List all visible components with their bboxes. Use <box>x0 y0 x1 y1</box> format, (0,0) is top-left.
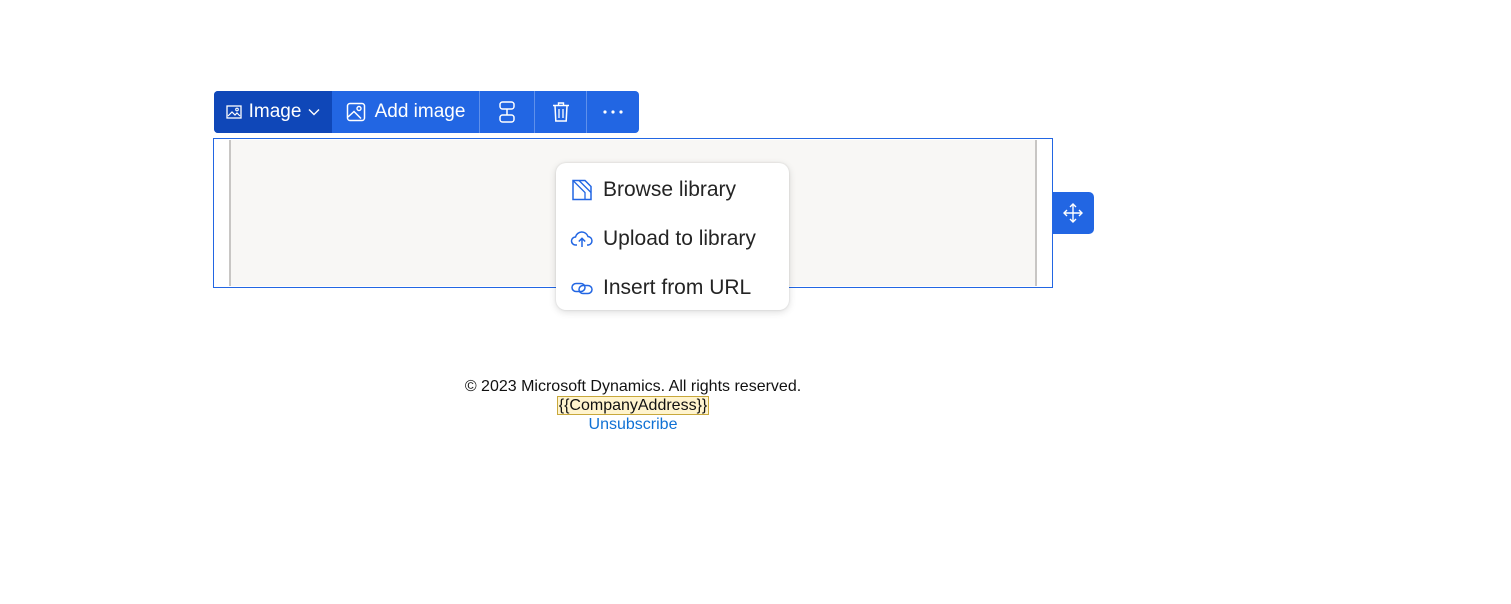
link-icon <box>571 282 593 294</box>
company-address-token[interactable]: {{CompanyAddress}} <box>556 396 710 415</box>
add-image-menu: Browse library Upload to library Insert … <box>556 163 789 310</box>
chevron-down-icon <box>308 109 320 116</box>
library-icon <box>572 179 592 200</box>
trash-icon <box>552 102 569 122</box>
menu-item-browse-library[interactable]: Browse library <box>556 165 789 214</box>
delete-button[interactable] <box>535 91 587 133</box>
menu-item-upload-to-library[interactable]: Upload to library <box>556 214 789 263</box>
section-icon <box>499 101 515 123</box>
add-image-icon <box>346 102 365 122</box>
menu-item-label: Insert from URL <box>603 275 752 299</box>
element-type-label: Image <box>248 101 302 122</box>
menu-item-label: Browse library <box>603 177 737 201</box>
add-image-label: Add image <box>374 101 466 122</box>
add-image-button[interactable]: Add image <box>332 91 480 133</box>
more-icon <box>603 110 623 114</box>
menu-item-insert-from-url[interactable]: Insert from URL <box>556 263 789 312</box>
image-icon <box>226 105 242 119</box>
section-properties-button[interactable] <box>480 91 535 133</box>
copyright-text: © 2023 Microsoft Dynamics. All rights re… <box>464 378 802 395</box>
element-type-dropdown[interactable]: Image <box>214 91 332 133</box>
move-icon <box>1063 203 1083 223</box>
unsubscribe-link[interactable]: Unsubscribe <box>213 415 1053 434</box>
cloud-upload-icon <box>570 230 593 247</box>
element-toolbar: Image Add image <box>214 91 639 133</box>
more-options-button[interactable] <box>587 91 639 133</box>
menu-item-label: Upload to library <box>603 226 756 250</box>
email-footer: © 2023 Microsoft Dynamics. All rights re… <box>213 377 1053 434</box>
move-handle[interactable] <box>1052 192 1094 234</box>
